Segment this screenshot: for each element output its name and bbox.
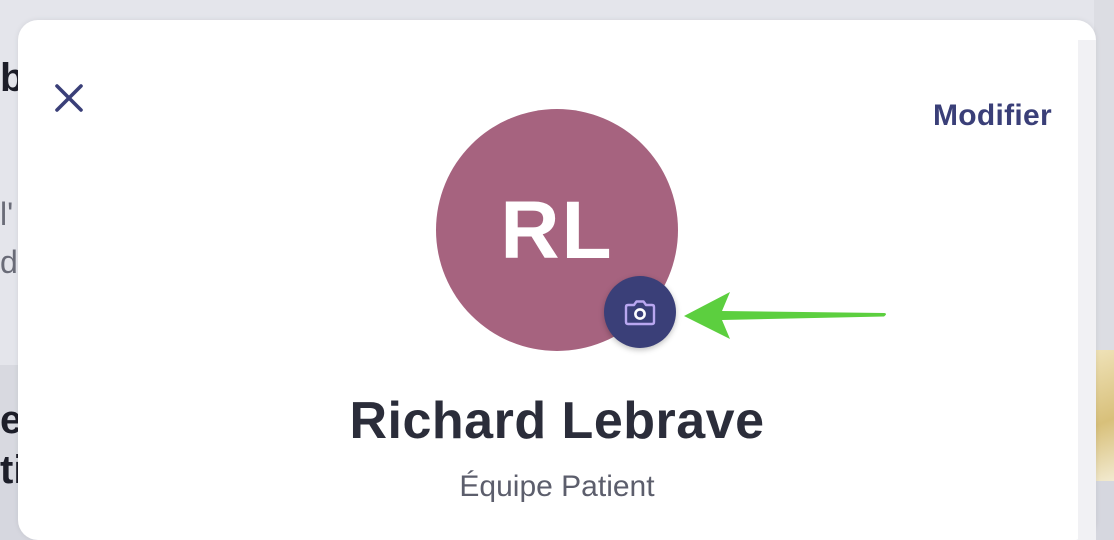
background-text-fragment: l': [0, 196, 14, 232]
close-button[interactable]: [48, 77, 90, 119]
background-heading-fragment: ti: [0, 448, 20, 492]
avatar-initials: RL: [500, 185, 614, 276]
profile-subtitle: Équipe Patient: [459, 470, 655, 503]
edit-button[interactable]: Modifier: [933, 99, 1052, 133]
profile-name: Richard Lebrave: [349, 392, 765, 450]
profile-modal: Modifier RL Richard Lebrave Équipe Patie…: [18, 20, 1096, 540]
background-text-fragment: d: [0, 244, 18, 280]
change-photo-button[interactable]: [604, 276, 676, 348]
close-icon: [55, 84, 83, 112]
background-decoration: [1094, 350, 1114, 481]
modal-scrollbar[interactable]: [1078, 40, 1096, 540]
background-heading-fragment: b: [0, 56, 20, 100]
background-heading-fragment: el: [0, 398, 20, 442]
camera-icon: [624, 300, 656, 326]
arrow-left-icon: [684, 292, 886, 339]
